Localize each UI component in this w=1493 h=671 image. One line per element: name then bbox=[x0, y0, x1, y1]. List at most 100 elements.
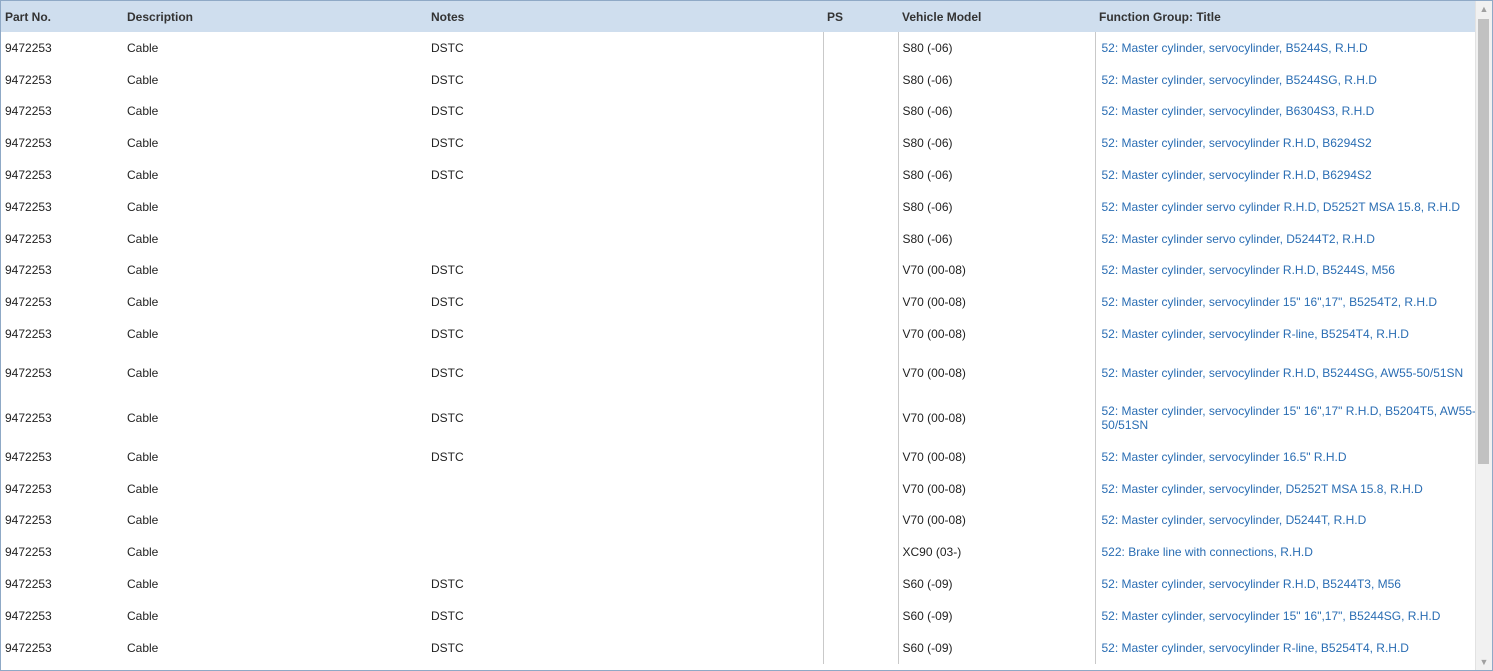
ps-cell bbox=[822, 286, 898, 319]
vehicle-model-cell: S80 (-06) bbox=[897, 159, 1095, 191]
vertical-scrollbar[interactable]: ▲ ▼ bbox=[1475, 1, 1492, 670]
table-row[interactable]: 9472253 Cable V70 (00-08) 52: Master cylind… bbox=[1, 472, 1476, 505]
part-no-cell: 9472253 bbox=[5, 40, 52, 55]
table-row[interactable]: 9472253 Cable XC90 (03-) 522: Brake line wi… bbox=[1, 536, 1476, 569]
column-header-function-group[interactable]: Function Group: Title bbox=[1095, 1, 1476, 32]
ps-cell bbox=[822, 395, 898, 441]
function-group-link[interactable]: 52: Master cylinder, servocylinder, B524… bbox=[1094, 32, 1476, 64]
function-group-link[interactable]: 52: Master cylinder, servocylinder, D525… bbox=[1094, 472, 1476, 505]
description-cell: Cable bbox=[127, 327, 159, 342]
table-row[interactable]: 9472253 Cable S80 (-06) 52: Master cylinder… bbox=[1, 222, 1476, 255]
vehicle-model-cell: S60 (-09) bbox=[897, 631, 1095, 664]
ps-cell bbox=[822, 504, 898, 537]
description-cell: Cable bbox=[127, 168, 159, 183]
function-group-link[interactable]: 52: Master cylinder, servocylinder R.H.D… bbox=[1094, 159, 1476, 191]
table-row[interactable]: 9472253 Cable DSTC S60 (-09) 52: Master cyli… bbox=[1, 599, 1476, 632]
notes-cell: DSTC bbox=[431, 365, 464, 380]
column-header-vehicle-model[interactable]: Vehicle Model bbox=[898, 1, 1095, 32]
table-row[interactable]: 9472253 Cable DSTC S80 (-06) 52: Master cyli… bbox=[1, 95, 1476, 128]
description-cell: Cable bbox=[127, 72, 159, 87]
description-cell: Cable bbox=[127, 411, 159, 426]
table-row[interactable]: 9472253 Cable DSTC S80 (-06) 52: Master cyli… bbox=[1, 159, 1476, 191]
function-group-link[interactable]: 52: Master cylinder, servocylinder R-lin… bbox=[1094, 318, 1476, 350]
ps-cell bbox=[822, 599, 898, 632]
table-row[interactable]: 9472253 Cable DSTC S60 (-09) 52: Master cyli… bbox=[1, 631, 1476, 664]
table-header-row: Part No. Description Notes PS Vehicle Mo… bbox=[1, 1, 1476, 32]
function-group-link[interactable]: 52: Master cylinder, servocylinder 16.5"… bbox=[1094, 440, 1476, 473]
vehicle-model-cell: V70 (00-08) bbox=[897, 349, 1095, 396]
function-group-link[interactable]: 52: Master cylinder, servocylinder R.H.D… bbox=[1094, 127, 1476, 160]
function-group-link[interactable]: 52: Master cylinder servo cylinder R.H.D… bbox=[1094, 190, 1476, 223]
vehicle-model-cell: S60 (-09) bbox=[897, 568, 1095, 600]
part-no-cell: 9472253 bbox=[5, 365, 52, 380]
vehicle-model-cell: V70 (00-08) bbox=[897, 472, 1095, 505]
ps-cell bbox=[822, 127, 898, 160]
table-row[interactable]: 9472253 Cable DSTC V70 (00-08) 52: Master cy… bbox=[1, 286, 1476, 319]
table-row[interactable]: 9472253 Cable DSTC V70 (00-08) 52: Master cy… bbox=[1, 349, 1476, 396]
ps-cell bbox=[822, 63, 898, 96]
part-no-cell: 9472253 bbox=[5, 327, 52, 342]
chevron-up-icon[interactable]: ▲ bbox=[1476, 1, 1492, 17]
part-no-cell: 9472253 bbox=[5, 104, 52, 119]
table-row[interactable]: 9472253 Cable DSTC V70 (00-08) 52: Master cy… bbox=[1, 318, 1476, 350]
function-group-link[interactable]: 52: Master cylinder, servocylinder R.H.D… bbox=[1094, 568, 1476, 600]
function-group-link[interactable]: 52: Master cylinder, servocylinder R.H.D… bbox=[1094, 254, 1476, 287]
notes-cell bbox=[427, 223, 823, 255]
part-no-cell: 9472253 bbox=[5, 263, 52, 278]
part-no-cell: 9472253 bbox=[5, 411, 52, 426]
description-cell: Cable bbox=[127, 104, 159, 119]
table-row[interactable]: 9472253 Cable DSTC S80 (-06) 52: Master cyli… bbox=[1, 63, 1476, 96]
notes-cell: DSTC bbox=[431, 72, 464, 87]
description-cell: Cable bbox=[127, 40, 159, 55]
ps-cell bbox=[822, 472, 898, 505]
notes-cell: DSTC bbox=[431, 327, 464, 342]
column-header-description[interactable]: Description bbox=[123, 1, 427, 32]
description-cell: Cable bbox=[127, 449, 159, 464]
column-header-notes[interactable]: Notes bbox=[427, 1, 823, 32]
column-header-ps[interactable]: PS bbox=[823, 1, 898, 32]
ps-cell bbox=[822, 318, 898, 350]
table-row[interactable]: 9472253 Cable DSTC V70 (00-08) 52: Master cy… bbox=[1, 254, 1476, 287]
vehicle-model-cell: V70 (00-08) bbox=[897, 254, 1095, 287]
function-group-link[interactable]: 52: Master cylinder servo cylinder, D524… bbox=[1094, 222, 1476, 255]
part-no-cell: 9472253 bbox=[5, 481, 52, 496]
function-group-link[interactable]: 52: Master cylinder, servocylinder, B524… bbox=[1094, 63, 1476, 96]
description-cell: Cable bbox=[127, 231, 159, 246]
function-group-link[interactable]: 52: Master cylinder, servocylinder 15" 1… bbox=[1094, 599, 1476, 632]
column-header-part-no[interactable]: Part No. bbox=[1, 1, 123, 32]
notes-cell: DSTC bbox=[431, 640, 464, 655]
notes-cell: DSTC bbox=[431, 608, 464, 623]
table-row[interactable]: 9472253 Cable DSTC S60 (-09) 52: Master cyli… bbox=[1, 568, 1476, 600]
vehicle-model-cell: S80 (-06) bbox=[897, 63, 1095, 96]
table-row[interactable]: 9472253 Cable DSTC S80 (-06) 52: Master cyli… bbox=[1, 127, 1476, 160]
function-group-link[interactable]: 52: Master cylinder, servocylinder 15" 1… bbox=[1094, 395, 1476, 441]
table-row[interactable]: 9472253 Cable DSTC V70 (00-08) 52: Master cy… bbox=[1, 395, 1476, 441]
chevron-down-icon[interactable]: ▼ bbox=[1476, 654, 1492, 670]
table-row[interactable]: 9472253 Cable DSTC V70 (00-08) 52: Master cy… bbox=[1, 440, 1476, 473]
scrollbar-thumb[interactable] bbox=[1478, 19, 1489, 464]
notes-cell: DSTC bbox=[431, 263, 464, 278]
notes-cell bbox=[427, 536, 823, 568]
part-no-cell: 9472253 bbox=[5, 231, 52, 246]
function-group-link[interactable]: 52: Master cylinder, servocylinder 15" 1… bbox=[1094, 286, 1476, 319]
description-cell: Cable bbox=[127, 608, 159, 623]
description-cell: Cable bbox=[127, 545, 159, 560]
function-group-link[interactable]: 52: Master cylinder, servocylinder, D524… bbox=[1094, 504, 1476, 537]
function-group-link[interactable]: 52: Master cylinder, servocylinder R-lin… bbox=[1094, 631, 1476, 664]
table-row[interactable]: 9472253 Cable V70 (00-08) 52: Master cylind… bbox=[1, 504, 1476, 537]
ps-cell bbox=[822, 349, 898, 396]
table-row[interactable]: 9472253 Cable S80 (-06) 52: Master cylinder… bbox=[1, 190, 1476, 223]
function-group-link[interactable]: 52: Master cylinder, servocylinder, B630… bbox=[1094, 95, 1476, 128]
parts-table-container: Part No. Description Notes PS Vehicle Mo… bbox=[1, 1, 1476, 670]
vehicle-model-cell: S60 (-09) bbox=[897, 599, 1095, 632]
part-no-cell: 9472253 bbox=[5, 577, 52, 592]
vehicle-model-cell: S80 (-06) bbox=[897, 190, 1095, 223]
function-group-link[interactable]: 52: Master cylinder, servocylinder R.H.D… bbox=[1094, 349, 1476, 396]
table-row[interactable]: 9472253 Cable DSTC S80 (-06) 52: Master cyli… bbox=[1, 32, 1476, 64]
vehicle-model-cell: S80 (-06) bbox=[897, 32, 1095, 64]
notes-cell bbox=[427, 473, 823, 505]
notes-cell: DSTC bbox=[431, 449, 464, 464]
ps-cell bbox=[822, 95, 898, 128]
vehicle-model-cell: S80 (-06) bbox=[897, 127, 1095, 160]
function-group-link[interactable]: 522: Brake line with connections, R.H.D bbox=[1094, 536, 1476, 569]
